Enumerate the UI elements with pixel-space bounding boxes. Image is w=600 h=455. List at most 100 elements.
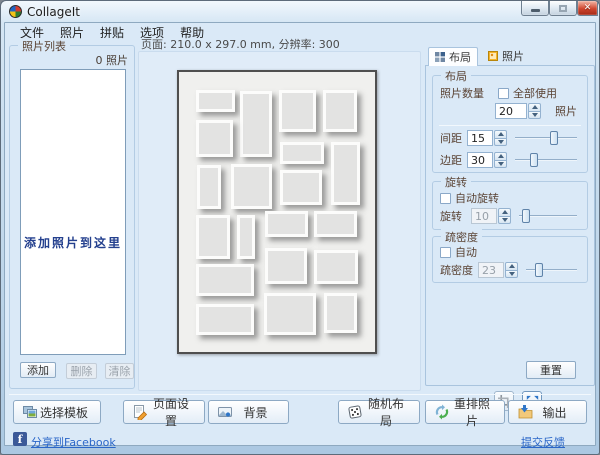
margin-input[interactable] <box>467 152 493 168</box>
collage-tile <box>237 215 256 259</box>
rotation-slider-thumb[interactable] <box>522 209 530 223</box>
preview-area <box>138 51 421 391</box>
photo-count-setting-label: 照片数量 <box>440 85 484 101</box>
output-label: 输出 <box>533 404 586 421</box>
collage-tile <box>314 211 357 238</box>
collage-tile <box>196 120 233 156</box>
spin-down-button[interactable] <box>494 160 507 169</box>
density-group: 疏密度 自动 疏密度 <box>432 236 588 283</box>
use-all-label: 全部使用 <box>513 85 557 101</box>
background-image-icon <box>217 404 233 420</box>
photo-count-input[interactable] <box>495 103 527 119</box>
density-group-title: 疏密度 <box>441 229 482 245</box>
collage-page <box>177 70 377 354</box>
rotation-input[interactable] <box>471 208 497 224</box>
photo-unit-label: 照片 <box>555 103 577 119</box>
layout-group-title: 布局 <box>441 68 471 84</box>
facebook-icon: f <box>13 432 27 446</box>
density-spinner <box>505 262 518 278</box>
maximize-button[interactable] <box>549 1 577 16</box>
spin-down-button[interactable] <box>498 216 511 225</box>
collage-tile <box>196 215 230 259</box>
tab-layout-label: 布局 <box>449 49 471 65</box>
collage-tile <box>196 264 255 296</box>
collage-tile <box>240 91 272 157</box>
spin-up-button[interactable] <box>494 152 507 160</box>
spin-down-button[interactable] <box>505 270 518 279</box>
spacing-slider-thumb[interactable] <box>550 131 558 145</box>
choose-template-button[interactable]: 选择模板 <box>13 400 101 424</box>
collage-tile <box>279 90 316 132</box>
spin-down-button[interactable] <box>494 138 507 147</box>
reset-button[interactable]: 重置 <box>526 361 576 379</box>
collage-tile <box>331 142 360 205</box>
page-setup-label: 页面设置 <box>148 395 204 429</box>
auto-density-label: 自动 <box>455 244 477 260</box>
add-button[interactable]: 添加 <box>20 362 56 378</box>
margin-slider-thumb[interactable] <box>530 153 538 167</box>
maximize-icon <box>559 5 567 12</box>
dropzone-hint: 添加照片到这里 <box>21 234 125 251</box>
divider <box>439 125 581 126</box>
tab-layout[interactable]: 布局 <box>428 47 478 66</box>
collage-tile <box>314 250 358 284</box>
rotation-group: 旋转 自动旋转 旋转 <box>432 181 588 230</box>
close-icon: ✕ <box>584 3 592 13</box>
margin-spinner <box>494 152 507 168</box>
collage-tile <box>265 211 308 238</box>
photo-list[interactable]: 添加照片到这里 <box>20 69 126 355</box>
close-button[interactable]: ✕ <box>577 1 598 16</box>
rotation-group-title: 旋转 <box>441 174 471 190</box>
auto-rotate-label: 自动旋转 <box>455 190 499 206</box>
spacing-input[interactable] <box>467 130 493 146</box>
spin-up-button[interactable] <box>528 103 541 111</box>
share-facebook-link[interactable]: 分享到Facebook <box>31 434 116 450</box>
collage-tile <box>264 293 316 335</box>
spacing-slider[interactable] <box>515 130 577 146</box>
minimize-button[interactable] <box>521 1 549 16</box>
remove-button[interactable]: 删除 <box>66 363 97 379</box>
density-slider-thumb[interactable] <box>535 263 543 277</box>
client-area: 文件 照片 拼贴 选项 帮助 页面: 210.0 x 297.0 mm, 分辨率… <box>4 22 596 446</box>
clear-button[interactable]: 清除 <box>105 363 134 379</box>
feedback-link[interactable]: 提交反馈 <box>521 434 565 450</box>
settings-panel: 布局 照片 布局 照片数量 全部使用 <box>425 47 595 386</box>
rotation-spinner <box>498 208 511 224</box>
collage-tile <box>196 90 235 113</box>
tab-photo[interactable]: 照片 <box>482 47 530 65</box>
spin-up-button[interactable] <box>494 130 507 138</box>
density-label: 疏密度 <box>440 262 478 278</box>
page-setup-button[interactable]: 页面设置 <box>123 400 205 424</box>
spacing-label: 间距 <box>440 130 467 146</box>
spin-down-button[interactable] <box>528 111 541 120</box>
menu-collage[interactable]: 拼贴 <box>93 23 131 42</box>
collage-tile <box>197 165 222 209</box>
margin-slider[interactable] <box>515 152 577 168</box>
background-button[interactable]: 背景 <box>208 400 289 424</box>
margin-label: 边距 <box>440 152 467 168</box>
rotation-slider[interactable] <box>519 208 577 224</box>
output-button[interactable]: 输出 <box>508 400 587 424</box>
titlebar[interactable]: CollageIt ✕ <box>1 1 599 22</box>
density-slider[interactable] <box>526 262 577 278</box>
random-layout-button[interactable]: 随机布局 <box>338 400 420 424</box>
random-layout-label: 随机布局 <box>363 395 419 429</box>
background-label: 背景 <box>233 404 288 421</box>
collage-tile <box>231 164 272 209</box>
spin-up-button[interactable] <box>498 208 511 216</box>
auto-density-checkbox[interactable] <box>440 247 451 258</box>
rearrange-photos-button[interactable]: 重排照片 <box>425 400 505 424</box>
layout-tab-body: 布局 照片数量 全部使用 照片 <box>425 65 595 386</box>
rotation-label: 旋转 <box>440 208 471 224</box>
page-info: 页面: 210.0 x 297.0 mm, 分辨率: 300 <box>141 36 340 52</box>
spin-up-button[interactable] <box>505 262 518 270</box>
auto-rotate-checkbox[interactable] <box>440 193 451 204</box>
photos-stack-icon <box>22 404 38 420</box>
use-all-checkbox[interactable] <box>498 88 509 99</box>
window-title: CollageIt <box>27 5 80 19</box>
layout-group: 布局 照片数量 全部使用 照片 <box>432 75 588 173</box>
photo-list-panel: 照片列表 0 照片 添加照片到这里 添加 删除 清除 <box>9 45 135 389</box>
collage-tile <box>280 170 322 206</box>
spacing-spinner <box>494 130 507 146</box>
density-input[interactable] <box>478 262 504 278</box>
